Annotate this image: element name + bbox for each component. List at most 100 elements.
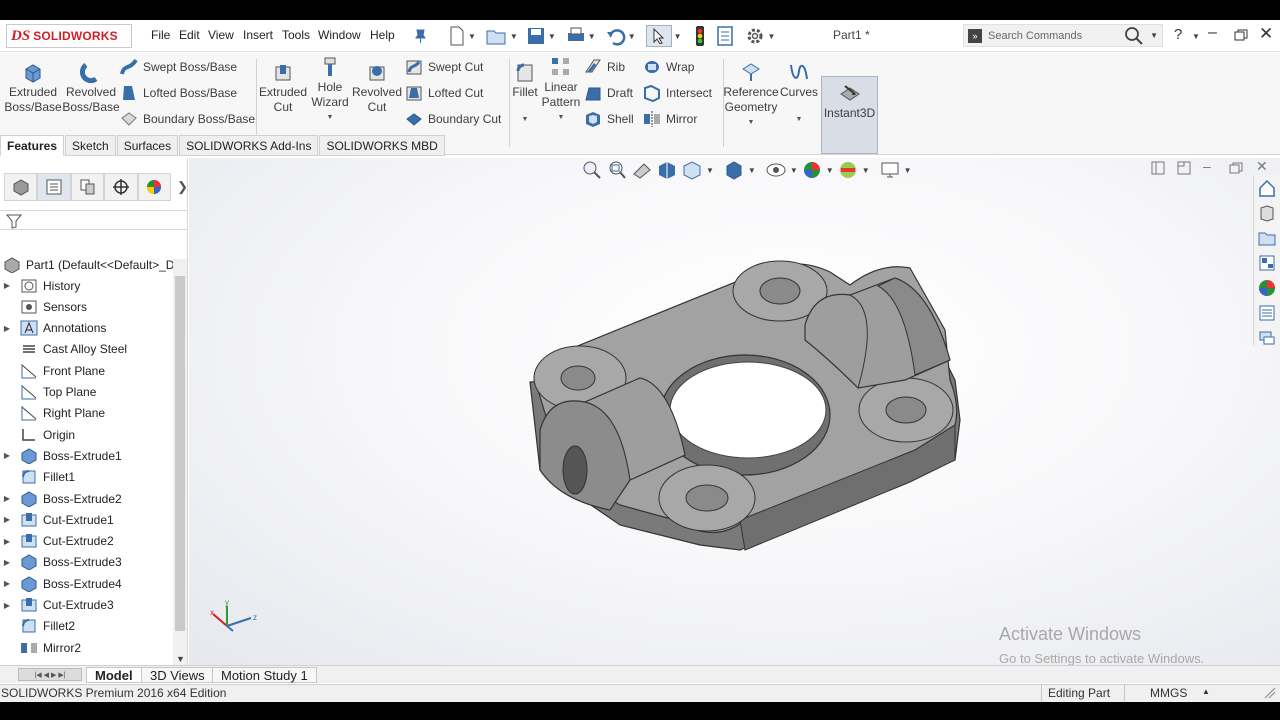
hole-wizard-button[interactable]: Hole Wizard ▼	[308, 56, 352, 125]
curves-button[interactable]: Curves ▼	[779, 61, 819, 127]
revolved-cut-button[interactable]: Revolved Cut	[352, 61, 402, 115]
options-gear-icon[interactable]	[744, 25, 766, 47]
fillet-dropdown-icon[interactable]: ▼	[522, 112, 529, 127]
menu-view[interactable]: View	[208, 28, 234, 42]
open-dropdown-icon[interactable]: ▼	[510, 32, 518, 41]
tree-item-boss-extrude1[interactable]: ▶ Boss-Extrude1	[0, 445, 172, 466]
tab-features[interactable]: Features	[0, 135, 65, 156]
tree-item-fillet2[interactable]: Fillet2	[0, 616, 172, 637]
view-palette-icon[interactable]	[1256, 252, 1278, 274]
options-dropdown-icon[interactable]: ▼	[768, 32, 776, 41]
dimxpert-manager-tab-icon[interactable]	[104, 173, 138, 201]
solidworks-resources-icon[interactable]	[1256, 177, 1278, 199]
instant3d-button[interactable]: Instant3D	[821, 76, 878, 154]
tab-solidworks-add-ins[interactable]: SOLIDWORKS Add-Ins	[179, 135, 319, 156]
expand-arrow-icon[interactable]: ▶	[0, 579, 14, 588]
undo-dropdown-icon[interactable]: ▼	[628, 32, 636, 41]
tree-item-fillet1[interactable]: Fillet1	[0, 467, 172, 488]
revolved-boss-base-button[interactable]: Revolved Boss/Base	[62, 61, 120, 115]
select-dropdown-icon[interactable]: ▼	[674, 32, 682, 41]
display-style-icon[interactable]	[723, 159, 745, 181]
undo-icon[interactable]	[606, 26, 626, 46]
tree-item-sensors[interactable]: Sensors	[0, 296, 172, 317]
menu-help[interactable]: Help	[370, 28, 395, 42]
design-library-icon[interactable]	[1256, 202, 1278, 224]
edit-appearance-dropdown-icon[interactable]: ▼	[826, 166, 834, 175]
tree-item-boss-extrude3[interactable]: ▶ Boss-Extrude3	[0, 552, 172, 573]
search-icon[interactable]	[1124, 26, 1144, 46]
previous-view-icon[interactable]	[631, 159, 653, 181]
tree-scroll-down-icon[interactable]: ▼	[176, 654, 185, 664]
expand-arrow-icon[interactable]: ▶	[0, 494, 14, 503]
file-explorer-icon[interactable]	[1256, 227, 1278, 249]
swept-boss-base-button[interactable]: Swept Boss/Base	[120, 57, 260, 77]
fillet-button[interactable]: Fillet ▼	[510, 61, 540, 127]
pin-icon[interactable]	[413, 28, 427, 44]
apply-scene-icon[interactable]	[837, 159, 859, 181]
viewport-close-icon[interactable]: ✕	[1256, 158, 1268, 175]
open-folder-icon[interactable]	[486, 26, 508, 46]
wrap-button[interactable]: Wrap	[643, 57, 723, 77]
configuration-manager-tab-icon[interactable]	[70, 173, 105, 201]
tree-scrollbar-thumb[interactable]	[175, 276, 185, 631]
view-settings-dropdown-icon[interactable]: ▼	[904, 166, 912, 175]
tree-item-boss-extrude4[interactable]: ▶ Boss-Extrude4	[0, 573, 172, 594]
tab-navigation-arrows[interactable]: |◀ ◀ ▶ ▶|	[18, 668, 82, 681]
tree-item-cut-extrude1[interactable]: ▶ Cut-Extrude1	[0, 509, 172, 530]
tab-model[interactable]: Model	[86, 667, 142, 683]
dynamic-annotation-view-icon[interactable]	[681, 159, 703, 181]
expand-arrow-icon[interactable]: ▶	[0, 515, 14, 524]
boundary-cut-button[interactable]: Boundary Cut	[405, 109, 515, 129]
unit-system-status[interactable]: MMGS	[1150, 686, 1187, 700]
expand-arrow-icon[interactable]: ▶	[0, 324, 14, 333]
menu-edit[interactable]: Edit	[179, 28, 200, 42]
display-manager-tab-icon[interactable]	[137, 173, 172, 201]
hide-show-items-icon[interactable]	[765, 159, 787, 181]
reference-geometry-dropdown-icon[interactable]: ▼	[748, 115, 755, 130]
rib-button[interactable]: Rib	[584, 57, 644, 77]
viewport-restore-icon[interactable]	[1229, 162, 1243, 174]
menu-file[interactable]: File	[151, 28, 170, 42]
search-dropdown-icon[interactable]: ▼	[1150, 31, 1158, 40]
tree-item-cut-extrude2[interactable]: ▶ Cut-Extrude2	[0, 531, 172, 552]
save-icon[interactable]	[526, 26, 546, 46]
hide-show-dropdown-icon[interactable]: ▼	[790, 166, 798, 175]
tree-item-mirror2[interactable]: Mirror2	[0, 637, 172, 658]
lofted-boss-base-button[interactable]: Lofted Boss/Base	[120, 83, 260, 103]
tab-3d-views[interactable]: 3D Views	[141, 667, 214, 683]
hole-wizard-dropdown-icon[interactable]: ▼	[327, 110, 334, 125]
property-manager-tab-icon[interactable]	[37, 173, 71, 201]
help-dropdown-icon[interactable]: ▼	[1192, 32, 1200, 41]
save-dropdown-icon[interactable]: ▼	[548, 32, 556, 41]
graphics-area[interactable]: ▼ ▼ ▼ ▼ ▼ ▼ – ✕ x y z Activate Windows G…	[189, 158, 1280, 666]
menu-window[interactable]: Window	[318, 28, 361, 42]
search-commands-box[interactable]: » Search Commands ▼	[963, 24, 1163, 47]
tree-item-top-plane[interactable]: Top Plane	[0, 382, 172, 403]
unit-system-up-icon[interactable]: ▲	[1202, 687, 1210, 696]
new-dropdown-icon[interactable]: ▼	[468, 32, 476, 41]
tab-sketch[interactable]: Sketch	[65, 135, 116, 156]
tab-solidworks-mbd[interactable]: SOLIDWORKS MBD	[319, 135, 445, 156]
tree-item-annotations[interactable]: ▶ Annotations	[0, 318, 172, 339]
display-style-dropdown-icon[interactable]: ▼	[748, 166, 756, 175]
part-3d-model[interactable]	[189, 158, 1280, 665]
custom-properties-icon[interactable]	[1256, 302, 1278, 324]
tree-root-part[interactable]: Part1 (Default<<Default>_D ▲	[0, 254, 186, 275]
close-icon[interactable]: ✕	[1259, 24, 1273, 44]
restore-icon[interactable]	[1234, 29, 1248, 41]
filter-icon[interactable]	[6, 213, 22, 229]
tree-item-front-plane[interactable]: Front Plane	[0, 360, 172, 381]
mirror-button[interactable]: Mirror	[643, 109, 723, 129]
expand-arrow-icon[interactable]: ▶	[0, 601, 14, 610]
new-document-icon[interactable]	[448, 26, 466, 46]
zoom-to-area-icon[interactable]	[606, 159, 628, 181]
tree-item-boss-extrude2[interactable]: ▶ Boss-Extrude2	[0, 488, 172, 509]
menu-tools[interactable]: Tools	[282, 28, 310, 42]
tab-motion-study-1[interactable]: Motion Study 1	[212, 667, 317, 683]
zoom-to-fit-icon[interactable]	[581, 159, 603, 181]
expand-arrow-icon[interactable]: ▶	[0, 281, 14, 290]
tree-item-cast-alloy-steel[interactable]: Cast Alloy Steel	[0, 339, 172, 360]
help-button[interactable]: ?	[1174, 26, 1182, 43]
extruded-boss-base-button[interactable]: Extruded Boss/Base	[4, 61, 62, 115]
tree-item-history[interactable]: ▶ History	[0, 275, 172, 296]
